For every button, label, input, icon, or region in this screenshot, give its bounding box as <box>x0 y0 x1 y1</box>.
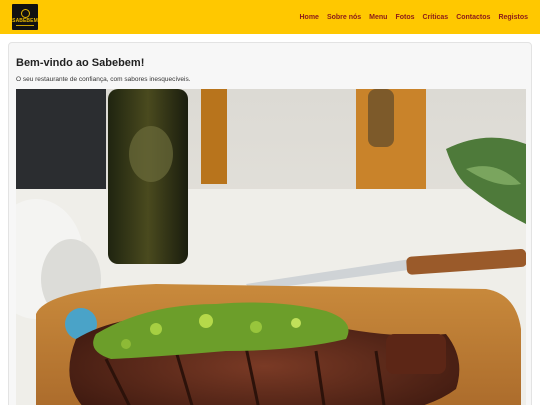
page-title: Bem-vindo ao Sabebem! <box>16 57 145 69</box>
logo-underline <box>16 24 34 26</box>
restaurant-logo[interactable]: SABEBEM <box>12 4 38 30</box>
photo-steak-piece <box>386 334 446 374</box>
nav-link-menu[interactable]: Menu <box>369 14 387 21</box>
photo-herb-bit <box>250 321 262 333</box>
page-subtitle: O seu restaurante de confiança, com sabo… <box>16 76 191 83</box>
nav-link-home[interactable]: Home <box>299 14 318 21</box>
photo-herb-bit <box>150 323 162 335</box>
photo-herb-bit <box>291 318 301 328</box>
photo-herb-bit <box>121 339 131 349</box>
nav-link-registos[interactable]: Registos <box>498 14 528 21</box>
nav-link-contactos[interactable]: Contactos <box>456 14 490 21</box>
nav-link-sobre-nos[interactable]: Sobre nós <box>327 14 361 21</box>
photo-bottle-label <box>129 126 173 182</box>
top-navbar: SABEBEM Home Sobre nós Menu Fotos Crític… <box>0 0 540 34</box>
photo-herb-bit <box>199 314 213 328</box>
steak-photo <box>16 89 526 405</box>
logo-emblem-icon <box>20 8 30 18</box>
photo-handle <box>368 89 394 147</box>
nav-menu: Home Sobre nós Menu Fotos Críticas Conta… <box>299 14 528 21</box>
logo-text: SABEBEM <box>12 17 38 24</box>
nav-link-fotos[interactable]: Fotos <box>395 14 414 21</box>
photo-wood-frame <box>201 89 227 184</box>
welcome-card: Bem-vindo ao Sabebem! O seu restaurante … <box>8 42 532 405</box>
nav-link-criticas[interactable]: Críticas <box>423 14 449 21</box>
